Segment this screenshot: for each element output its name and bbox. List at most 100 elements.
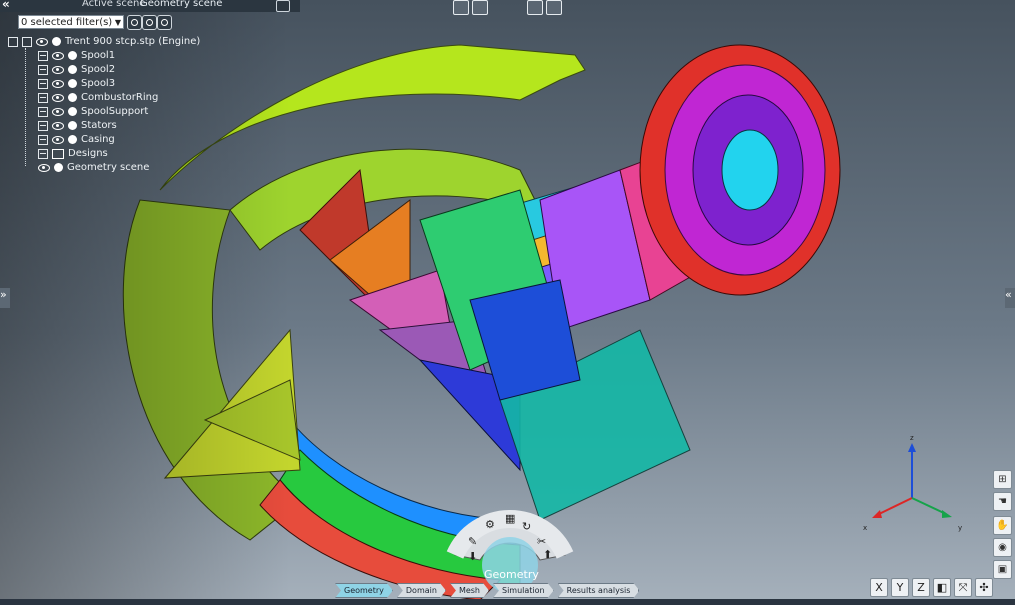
cube-icon[interactable]: ▣ [993, 560, 1012, 579]
camera-icon[interactable] [276, 0, 290, 12]
part-icon [52, 37, 61, 46]
tree-item-geometry-scene[interactable]: Geometry scene [38, 162, 149, 175]
render-icon[interactable]: ◉ [993, 538, 1012, 557]
workflow-bar: Geometry Domain Mesh Simulation Results … [335, 583, 639, 596]
engine-model[interactable]: z x y ✎ ⚙ ▦ ↻ ✂ ⬇ ⬆ [0, 0, 1015, 605]
part-icon [68, 79, 77, 88]
right-panel-toggle[interactable]: « [1005, 288, 1015, 308]
folder-icon [52, 148, 64, 159]
tree-item-label: CombustorRing [81, 92, 159, 103]
part-icon [68, 107, 77, 116]
tree-item-combustorring[interactable]: CombustorRing [38, 92, 158, 105]
eye-icon[interactable] [52, 93, 64, 102]
eye-icon[interactable] [52, 51, 64, 60]
eye-icon[interactable] [36, 37, 48, 46]
camera-view-icon[interactable]: ◧ [933, 578, 951, 597]
tree-item-label: Designs [68, 148, 108, 159]
scene-icon [54, 163, 63, 172]
left-panel-toggle[interactable]: » [0, 288, 10, 308]
svg-text:⚙: ⚙ [485, 518, 495, 531]
workflow-step-domain[interactable]: Domain [397, 583, 446, 598]
tree-item-stators[interactable]: Stators [38, 120, 117, 133]
eye-icon[interactable] [52, 107, 64, 116]
eye-icon[interactable] [38, 163, 50, 172]
workflow-step-results[interactable]: Results analysis [558, 583, 640, 598]
tree-item-label: Spool3 [81, 78, 116, 89]
tree-root-label: Trent 900 stcp.stp (Engine) [65, 36, 201, 47]
svg-text:⬆: ⬆ [543, 548, 552, 561]
svg-text:⬇: ⬇ [468, 550, 477, 563]
save-as-icon[interactable] [546, 0, 562, 15]
checkbox[interactable] [22, 36, 32, 47]
eye-icon[interactable] [52, 121, 64, 130]
part-icon [68, 93, 77, 102]
tree-item-spool1[interactable]: Spool1 [38, 50, 115, 63]
svg-text:↻: ↻ [522, 520, 531, 533]
chevron-down-icon[interactable]: ▼ [115, 16, 121, 30]
filter-add-icon[interactable] [127, 15, 142, 30]
tree-item-label: Casing [81, 134, 115, 145]
tree-connector [25, 48, 27, 166]
status-strip [0, 599, 1015, 605]
expand-icon[interactable] [38, 120, 48, 131]
double-chevron-left-icon[interactable]: « [2, 0, 10, 11]
view-z-button[interactable]: Z [912, 578, 930, 597]
workflow-step-label: Geometry [344, 586, 384, 595]
tree-view-icon[interactable]: ⊞ [993, 470, 1012, 489]
view-x-button[interactable]: X [870, 578, 888, 597]
expand-icon[interactable] [38, 92, 48, 103]
expand-icon[interactable] [38, 106, 48, 117]
part-icon [68, 51, 77, 60]
eye-icon[interactable] [52, 135, 64, 144]
filter-value: 0 selected filter(s) [21, 17, 113, 28]
part-icon [68, 65, 77, 74]
filter-select[interactable]: 0 selected filter(s) ▼ [18, 15, 124, 29]
3d-viewport[interactable]: z x y ✎ ⚙ ▦ ↻ ✂ ⬇ ⬆ « Active scene Geome… [0, 0, 1015, 605]
lock-icon[interactable] [8, 36, 18, 47]
redo-icon[interactable] [527, 0, 543, 15]
iso-view-icon[interactable]: ✣ [975, 578, 993, 597]
workflow-step-label: Results analysis [566, 586, 631, 595]
view-y-label: Y [896, 581, 904, 594]
expand-icon[interactable] [38, 148, 48, 159]
svg-text:y: y [958, 524, 962, 532]
svg-text:▦: ▦ [505, 512, 515, 525]
expand-icon[interactable] [38, 64, 48, 75]
undo-icon[interactable] [472, 0, 488, 15]
expand-icon[interactable] [38, 134, 48, 145]
active-scene-value[interactable]: Geometry scene [140, 0, 222, 9]
tree-item-designs[interactable]: Designs [38, 148, 108, 161]
workflow-step-geometry[interactable]: Geometry [335, 583, 393, 598]
view-y-button[interactable]: Y [891, 578, 909, 597]
filter-tag-icon[interactable] [157, 15, 172, 30]
hand-icon[interactable]: ☚ [993, 492, 1012, 511]
eye-icon[interactable] [52, 65, 64, 74]
workflow-step-mesh[interactable]: Mesh [450, 583, 489, 598]
expand-left-icon: » [0, 288, 7, 301]
tree-item-spoolsupport[interactable]: SpoolSupport [38, 106, 148, 119]
tree-item-spool2[interactable]: Spool2 [38, 64, 115, 77]
workflow-step-label: Simulation [502, 586, 545, 595]
expand-icon[interactable] [38, 50, 48, 61]
expand-right-icon: « [1005, 288, 1012, 301]
svg-text:z: z [910, 434, 914, 442]
select-icon[interactable]: ✋ [993, 516, 1012, 535]
fit-view-icon[interactable]: ⤧ [954, 578, 972, 597]
tree-item-label: Spool2 [81, 64, 116, 75]
workflow-step-simulation[interactable]: Simulation [493, 583, 554, 598]
svg-text:✂: ✂ [537, 535, 546, 548]
save-icon[interactable] [453, 0, 469, 15]
tree-item-spool3[interactable]: Spool3 [38, 78, 115, 91]
filter-settings-icon[interactable] [142, 15, 157, 30]
tree-item-label: Stators [81, 120, 117, 131]
svg-text:✎: ✎ [468, 535, 477, 548]
axis-triad: z x y [863, 434, 962, 532]
tree-root[interactable]: Trent 900 stcp.stp (Engine) [8, 36, 200, 49]
eye-icon[interactable] [52, 79, 64, 88]
expand-icon[interactable] [38, 78, 48, 89]
tree-item-label: Geometry scene [67, 162, 150, 173]
radial-menu-label: Geometry [484, 568, 539, 581]
tree-item-casing[interactable]: Casing [38, 134, 115, 147]
tree-item-label: SpoolSupport [81, 106, 149, 117]
view-z-label: Z [917, 581, 925, 594]
